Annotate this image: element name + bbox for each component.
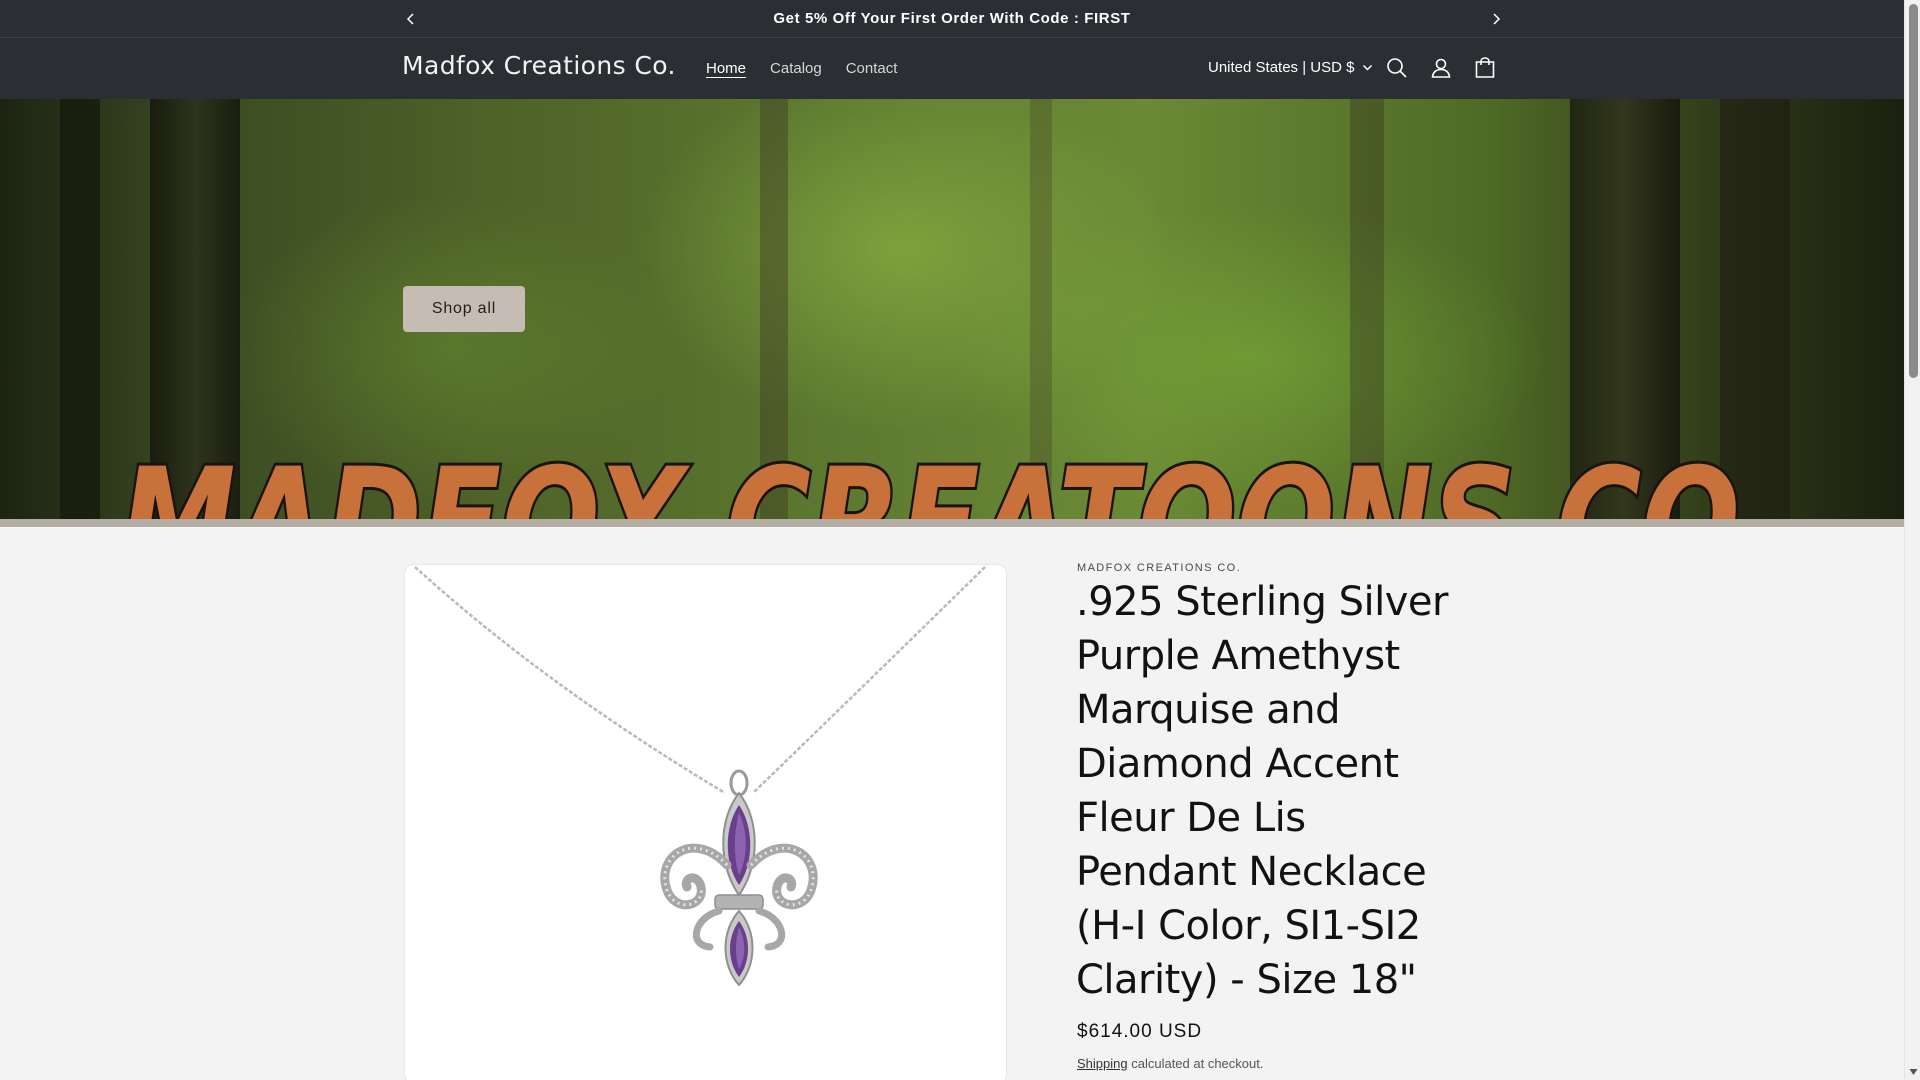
product-title: .925 Sterling Silver Purple Amethyst Mar… [1076, 579, 1448, 1003]
product-image[interactable] [404, 564, 1007, 1080]
hero-tree-trunk [60, 99, 100, 519]
site-header: Madfox Creations Co. Home Catalog Contac… [0, 38, 1904, 99]
product-price: $614.00 USD [1077, 1021, 1203, 1042]
hero-banner: Shop all MADFOX CREATOONS CO [0, 99, 1904, 519]
scroll-down-arrow-icon[interactable] [1909, 1067, 1918, 1076]
hero-brand-logo: MADFOX CREATOONS CO [120, 435, 1820, 519]
shipping-note-text: calculated at checkout. [1127, 1056, 1264, 1071]
announcement-message: Get 5% Off Your First Order With Code : … [773, 10, 1131, 27]
announcement-bar: Get 5% Off Your First Order With Code : … [0, 0, 1904, 38]
hero-divider [0, 519, 1904, 527]
page-scrollbar[interactable] [1904, 0, 1920, 1080]
site-logo[interactable]: Madfox Creations Co. [402, 51, 676, 80]
scrollbar-thumb[interactable] [1909, 4, 1918, 378]
nav-item-catalog[interactable]: Catalog [758, 60, 834, 77]
main-nav: Home Catalog Contact [694, 60, 909, 77]
svg-text:MADFOX CREATOONS CO: MADFOX CREATOONS CO [120, 437, 1740, 519]
chevron-down-icon [1363, 64, 1373, 71]
shipping-note: Shipping calculated at checkout. [1077, 1056, 1263, 1071]
nav-item-home[interactable]: Home [694, 60, 758, 77]
search-icon[interactable] [1384, 55, 1410, 81]
chevron-right-icon[interactable] [1487, 10, 1505, 28]
account-icon[interactable] [1428, 55, 1454, 81]
nav-item-contact[interactable]: Contact [834, 60, 910, 77]
shipping-link[interactable]: Shipping [1077, 1056, 1128, 1071]
cart-icon[interactable] [1472, 55, 1498, 81]
shop-all-button[interactable]: Shop all [403, 286, 525, 332]
country-selector[interactable]: United States | USD $ [1208, 59, 1373, 76]
country-selector-label: United States | USD $ [1208, 59, 1355, 76]
product-vendor: MADFOX CREATIONS CO. [1077, 562, 1242, 574]
